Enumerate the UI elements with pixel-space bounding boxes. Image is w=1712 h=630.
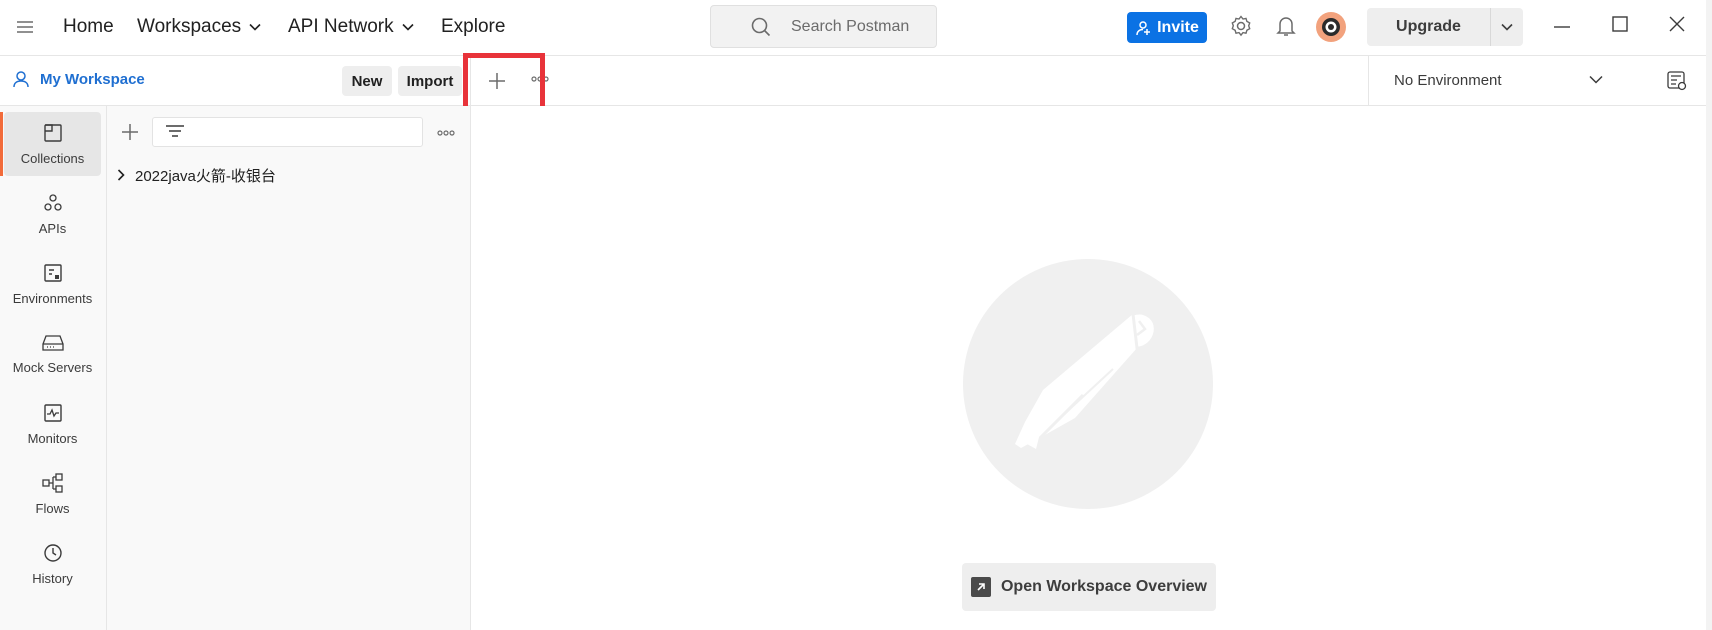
search-icon — [751, 17, 771, 37]
astronaut-avatar-icon — [1322, 18, 1340, 36]
create-collection-plus-icon[interactable] — [120, 122, 140, 142]
environment-selector[interactable]: No Environment — [1368, 56, 1712, 106]
sidebar-item-label: Mock Servers — [12, 359, 93, 375]
hamburger-menu-icon[interactable] — [12, 0, 38, 54]
collections-panel: 2022java火箭-收银台 — [107, 106, 471, 630]
upgrade-dropdown[interactable] — [1490, 8, 1523, 46]
chevron-down-icon — [249, 23, 261, 31]
top-bar: Home Workspaces API Network Explore Sear… — [0, 0, 1712, 56]
sidebar-item-flows[interactable]: Flows — [4, 462, 101, 526]
search-placeholder: Search Postman — [791, 17, 910, 35]
history-icon — [43, 543, 62, 562]
nav-home[interactable]: Home — [63, 0, 114, 54]
open-external-icon — [970, 577, 991, 597]
collection-item[interactable]: 2022java火箭-收银台 — [117, 162, 276, 188]
chevron-right-icon — [117, 169, 125, 181]
upgrade-button-group: Upgrade — [1367, 8, 1523, 46]
chevron-down-icon — [402, 23, 414, 31]
sidebar-item-collections[interactable]: Collections — [0, 112, 101, 176]
annotation-highlight-box — [463, 53, 545, 111]
filter-input[interactable] — [152, 117, 423, 147]
invite-label: Invite — [1157, 18, 1199, 36]
main-content: Open Workspace Overview — [471, 106, 1712, 630]
nav-explore[interactable]: Explore — [441, 0, 505, 54]
collections-icon — [43, 123, 62, 142]
nav-workspaces[interactable]: Workspaces — [137, 0, 261, 54]
sidebar-item-apis[interactable]: APIs — [4, 182, 101, 246]
user-icon — [13, 71, 29, 88]
upgrade-button[interactable]: Upgrade — [1367, 8, 1490, 46]
sidebar-item-monitors[interactable]: Monitors — [4, 392, 101, 456]
chevron-down-icon — [1589, 75, 1603, 84]
import-button[interactable]: Import — [398, 66, 462, 96]
bell-icon[interactable] — [1276, 15, 1296, 37]
workspace-title[interactable]: My Workspace — [12, 70, 145, 88]
postman-logo — [963, 259, 1213, 509]
sidebar-item-label: History — [32, 570, 73, 586]
environments-icon — [43, 263, 62, 282]
tab-bar — [471, 56, 1368, 106]
environment-quick-look-icon[interactable] — [1667, 71, 1687, 91]
monitors-icon — [43, 403, 62, 422]
sidebar-item-mock-servers[interactable]: Mock Servers — [4, 322, 101, 386]
avatar[interactable] — [1316, 12, 1346, 42]
overview-button-label: Open Workspace Overview — [1000, 578, 1207, 595]
postman-rocket-icon — [1015, 311, 1157, 449]
sidebar-item-history[interactable]: History — [4, 532, 101, 596]
add-user-icon — [1136, 20, 1151, 35]
close-icon[interactable] — [1669, 16, 1685, 32]
workspace-name: My Workspace — [40, 70, 145, 88]
workspace-header: My Workspace New Import — [0, 56, 471, 106]
sidebar-item-label: APIs — [38, 220, 67, 236]
sidebar-item-label: Flows — [35, 500, 70, 516]
window-scrollbar[interactable] — [1706, 0, 1712, 630]
nav-api-network[interactable]: API Network — [288, 0, 414, 54]
sidebar-item-label: Collections — [20, 150, 85, 166]
invite-button[interactable]: Invite — [1127, 12, 1207, 43]
chevron-down-icon — [1501, 23, 1513, 31]
minimize-icon[interactable] — [1554, 26, 1570, 28]
environment-label: No Environment — [1394, 72, 1502, 89]
mock-servers-icon — [41, 334, 64, 351]
search-input[interactable]: Search Postman — [710, 5, 937, 48]
open-workspace-overview-button[interactable]: Open Workspace Overview — [962, 563, 1216, 611]
filter-icon — [166, 125, 184, 137]
collection-name: 2022java火箭-收银台 — [135, 167, 276, 185]
apis-icon — [43, 193, 62, 211]
new-button[interactable]: New — [342, 66, 392, 96]
sidebar-item-label: Monitors — [27, 430, 78, 446]
sidebar-item-label: Environments — [12, 290, 93, 306]
nav-api-network-label: API Network — [288, 16, 394, 37]
left-nav-rail: Collections APIs Environments Mock Serve… — [0, 106, 107, 630]
nav-workspaces-label: Workspaces — [137, 16, 242, 37]
maximize-icon[interactable] — [1612, 16, 1628, 32]
sidebar-item-environments[interactable]: Environments — [4, 252, 101, 316]
more-options-icon[interactable] — [437, 130, 455, 136]
flows-icon — [41, 472, 63, 493]
gear-icon[interactable] — [1230, 15, 1252, 37]
